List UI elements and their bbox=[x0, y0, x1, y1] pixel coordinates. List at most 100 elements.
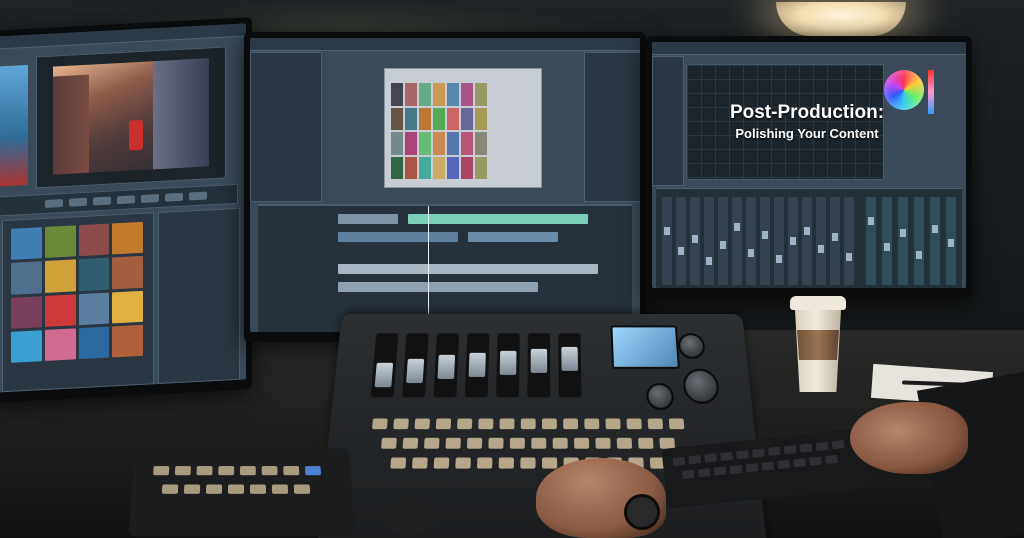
keyboard-key[interactable] bbox=[832, 440, 845, 449]
playhead[interactable] bbox=[428, 206, 429, 330]
keypad-key[interactable] bbox=[283, 466, 299, 475]
mixer-channel-fader[interactable] bbox=[788, 197, 798, 285]
transport-button[interactable] bbox=[141, 194, 159, 203]
keypad-key[interactable] bbox=[206, 484, 222, 493]
mixer-channel-fader[interactable] bbox=[898, 197, 908, 285]
keyboard-key[interactable] bbox=[752, 448, 765, 457]
timeline-clip[interactable] bbox=[338, 232, 458, 242]
mixer-channel-fader[interactable] bbox=[914, 197, 924, 285]
mixer-channel-fader[interactable] bbox=[930, 197, 940, 285]
media-thumbnail[interactable] bbox=[112, 325, 143, 358]
mixer-channel-fader[interactable] bbox=[774, 197, 784, 285]
media-thumbnail[interactable] bbox=[45, 260, 76, 293]
keypad-key[interactable] bbox=[184, 484, 200, 493]
jog-knob-icon[interactable] bbox=[646, 383, 675, 410]
keypad-key[interactable] bbox=[228, 484, 244, 493]
transport-button[interactable] bbox=[165, 193, 183, 202]
keyboard-key[interactable] bbox=[809, 456, 822, 465]
transport-button[interactable] bbox=[117, 195, 135, 204]
mixer-channel-fader[interactable] bbox=[882, 197, 892, 285]
motorized-fader[interactable] bbox=[496, 333, 520, 397]
media-thumbnail[interactable] bbox=[11, 227, 42, 260]
keypad-key[interactable] bbox=[262, 466, 278, 475]
keyboard-key[interactable] bbox=[714, 467, 727, 476]
mixer-channel-fader[interactable] bbox=[732, 197, 742, 285]
mixer-channel-fader[interactable] bbox=[946, 197, 956, 285]
mixer-channel-fader[interactable] bbox=[830, 197, 840, 285]
transport-button[interactable] bbox=[93, 197, 111, 206]
motorized-fader[interactable] bbox=[558, 333, 582, 397]
keyboard-key[interactable] bbox=[793, 458, 806, 467]
keyboard-key[interactable] bbox=[704, 453, 717, 462]
media-thumbnail[interactable] bbox=[11, 261, 42, 294]
motorized-fader[interactable] bbox=[527, 333, 550, 397]
keypad-key[interactable] bbox=[153, 466, 169, 475]
media-thumbnail[interactable] bbox=[112, 222, 143, 255]
motorized-fader[interactable] bbox=[465, 333, 490, 397]
media-thumbnail[interactable] bbox=[45, 294, 76, 327]
timeline-clip[interactable] bbox=[338, 214, 398, 224]
keyboard-key[interactable] bbox=[745, 463, 758, 472]
keyboard-key[interactable] bbox=[800, 443, 813, 452]
keyboard-key[interactable] bbox=[698, 468, 711, 477]
media-thumbnail[interactable] bbox=[79, 326, 110, 359]
keypad-key[interactable] bbox=[294, 484, 310, 493]
media-thumbnail[interactable] bbox=[45, 225, 76, 258]
keypad-key[interactable] bbox=[197, 466, 213, 475]
transport-button[interactable] bbox=[69, 198, 87, 207]
keypad-key[interactable] bbox=[305, 466, 321, 475]
media-thumbnail[interactable] bbox=[79, 224, 110, 257]
media-thumbnail[interactable] bbox=[79, 292, 110, 325]
mixer-channel-fader[interactable] bbox=[866, 197, 876, 285]
audio-track[interactable] bbox=[338, 282, 538, 292]
mouse[interactable] bbox=[380, 500, 440, 534]
keyboard-key[interactable] bbox=[682, 470, 695, 479]
keyboard-key[interactable] bbox=[784, 445, 797, 454]
mixer-channel-fader[interactable] bbox=[802, 197, 812, 285]
mixer-channel-fader[interactable] bbox=[760, 197, 770, 285]
console-key-row[interactable] bbox=[381, 438, 675, 449]
keyboard-key[interactable] bbox=[720, 452, 733, 461]
motorized-fader[interactable] bbox=[371, 333, 399, 397]
mixer-channel-fader[interactable] bbox=[746, 197, 756, 285]
console-key-row[interactable] bbox=[372, 419, 684, 430]
mixer-channel-fader[interactable] bbox=[676, 197, 686, 285]
transport-button[interactable] bbox=[189, 191, 207, 200]
jog-knob-icon[interactable] bbox=[677, 333, 705, 359]
mixer-channel-fader[interactable] bbox=[718, 197, 728, 285]
keypad-key[interactable] bbox=[175, 466, 191, 475]
keyboard-key[interactable] bbox=[730, 465, 743, 474]
media-thumbnail[interactable] bbox=[45, 328, 76, 361]
color-wheel-icon[interactable] bbox=[884, 70, 924, 110]
keyboard-key[interactable] bbox=[777, 460, 790, 469]
motorized-fader[interactable] bbox=[402, 333, 429, 397]
media-thumbnail[interactable] bbox=[11, 296, 42, 329]
timeline-clip[interactable] bbox=[468, 232, 558, 242]
motorized-fader[interactable] bbox=[433, 333, 459, 397]
keyboard-key[interactable] bbox=[688, 455, 701, 464]
keyboard-key[interactable] bbox=[768, 447, 781, 456]
keypad-key[interactable] bbox=[250, 484, 266, 493]
transport-button[interactable] bbox=[45, 199, 63, 208]
mixer-channel-fader[interactable] bbox=[816, 197, 826, 285]
media-thumbnail[interactable] bbox=[79, 258, 110, 291]
media-thumbnail[interactable] bbox=[112, 256, 143, 289]
keyboard-key[interactable] bbox=[736, 450, 749, 459]
media-thumbnail[interactable] bbox=[112, 290, 143, 323]
keypad-key[interactable] bbox=[240, 466, 256, 475]
keypad-key[interactable] bbox=[162, 484, 178, 493]
audio-track[interactable] bbox=[338, 264, 598, 274]
hue-slider[interactable] bbox=[928, 70, 934, 114]
timeline-clip[interactable] bbox=[408, 214, 588, 224]
editing-timeline[interactable] bbox=[258, 204, 632, 332]
keyboard-key[interactable] bbox=[672, 457, 685, 466]
media-thumbnail[interactable] bbox=[11, 330, 42, 363]
jog-knob-icon[interactable] bbox=[682, 369, 720, 404]
keyboard-key[interactable] bbox=[825, 455, 838, 464]
mixer-channel-fader[interactable] bbox=[704, 197, 714, 285]
keyboard-key[interactable] bbox=[761, 462, 774, 471]
mixer-channel-fader[interactable] bbox=[844, 197, 854, 285]
keypad-key[interactable] bbox=[272, 484, 288, 493]
mixer-channel-fader[interactable] bbox=[662, 197, 672, 285]
mixer-channel-fader[interactable] bbox=[690, 197, 700, 285]
